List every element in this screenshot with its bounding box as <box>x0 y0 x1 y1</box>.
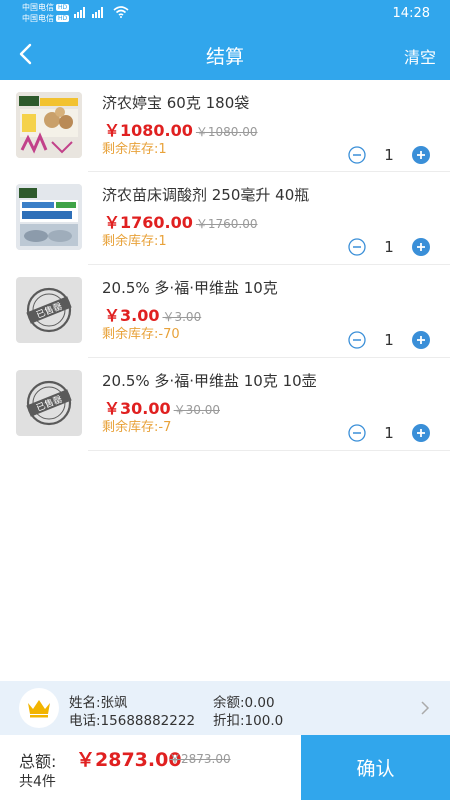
product-name: 20.5% 多·福·甲维盐 10克 <box>102 279 278 297</box>
minus-icon[interactable] <box>348 146 366 164</box>
signal-icon <box>74 7 85 18</box>
cart-item[interactable]: 已售罄 20.5% 多·福·甲维盐 10克 10壶 ￥30.00 ￥30.00 … <box>0 358 450 451</box>
member-balance: 余额:0.00 <box>213 695 275 711</box>
cart-item[interactable]: 济农婷宝 60克 180袋 ￥1080.00 ￥1080.00 剩余库存:1 1 <box>0 80 450 172</box>
product-image <box>16 92 82 158</box>
carrier-2: 中国电信 HD <box>22 14 70 24</box>
original-price: ￥1760.00 <box>195 217 258 231</box>
avatar <box>19 688 59 728</box>
original-price: ￥1080.00 <box>195 125 258 139</box>
minus-icon[interactable] <box>348 424 366 442</box>
member-name: 姓名:张飒 <box>69 695 128 711</box>
nav-bar: 结算 清空 <box>0 28 450 80</box>
product-placeholder-image: 已售罄 <box>16 277 82 343</box>
divider <box>88 450 450 451</box>
hd-badge: HD <box>56 4 70 11</box>
total-label: 总额: <box>19 752 57 771</box>
wifi-icon <box>113 6 129 18</box>
cart-list: 济农婷宝 60克 180袋 ￥1080.00 ￥1080.00 剩余库存:1 1 <box>0 80 450 451</box>
quantity-stepper: 1 <box>348 238 430 256</box>
minus-icon[interactable] <box>348 238 366 256</box>
sold-out-stamp-icon: 已售罄 <box>26 287 72 333</box>
quantity-stepper: 1 <box>348 146 430 164</box>
product-placeholder-image: 已售罄 <box>16 370 82 436</box>
plus-icon[interactable] <box>412 331 430 349</box>
stock-label: 剩余库存:1 <box>102 142 167 157</box>
quantity-stepper: 1 <box>348 424 430 442</box>
product-name: 济农婷宝 60克 180袋 <box>102 94 250 112</box>
confirm-button[interactable]: 确认 <box>301 735 450 800</box>
quantity-stepper: 1 <box>348 331 430 349</box>
member-discount: 折扣:100.0 <box>213 713 284 729</box>
svg-text:已售罄: 已售罄 <box>34 393 64 414</box>
plus-icon[interactable] <box>412 238 430 256</box>
plus-icon[interactable] <box>412 146 430 164</box>
checkout-bar: 总额: ￥2873.00 ￥2873.00 共4件 确认 <box>0 735 450 800</box>
quantity-value: 1 <box>384 238 394 256</box>
quantity-value: 1 <box>384 146 394 164</box>
original-price: ￥30.00 <box>173 403 220 417</box>
clear-button[interactable]: 清空 <box>404 44 436 68</box>
chevron-right-icon <box>421 701 430 715</box>
product-image <box>16 184 82 250</box>
crown-icon <box>28 700 50 718</box>
quantity-value: 1 <box>384 331 394 349</box>
product-name: 20.5% 多·福·甲维盐 10克 10壶 <box>102 372 317 390</box>
status-bar: 中国电信 HD 中国电信 HD 14:28 <box>0 0 450 28</box>
stock-label: 剩余库存:1 <box>102 234 167 249</box>
clock: 14:28 <box>392 6 430 21</box>
sold-out-stamp-icon: 已售罄 <box>26 380 72 426</box>
product-name: 济农苗床调酸剂 250毫升 40瓶 <box>102 186 310 204</box>
total-original-price: ￥2873.00 <box>169 752 231 766</box>
quantity-value: 1 <box>384 424 394 442</box>
hd-badge: HD <box>56 15 70 22</box>
minus-icon[interactable] <box>348 331 366 349</box>
plus-icon[interactable] <box>412 424 430 442</box>
stock-label: 剩余库存:-7 <box>102 420 172 435</box>
member-info[interactable]: 姓名:张飒 电话:15688882222 余额:0.00 折扣:100.0 <box>0 681 450 735</box>
total-amount: ￥2873.00 <box>76 749 182 771</box>
member-phone: 电话:15688882222 <box>69 713 196 729</box>
signal-icon <box>92 7 103 18</box>
carrier-1: 中国电信 HD <box>22 3 70 13</box>
page-title: 结算 <box>205 46 244 68</box>
svg-text:已售罄: 已售罄 <box>34 300 64 321</box>
item-count: 共4件 <box>19 774 56 790</box>
cart-item[interactable]: 已售罄 20.5% 多·福·甲维盐 10克 ￥3.00 ￥3.00 剩余库存:-… <box>0 265 450 358</box>
carrier-2-label: 中国电信 <box>22 14 54 23</box>
carrier-1-label: 中国电信 <box>22 3 54 12</box>
stock-label: 剩余库存:-70 <box>102 327 180 342</box>
cart-item[interactable]: 济农苗床调酸剂 250毫升 40瓶 ￥1760.00 ￥1760.00 剩余库存… <box>0 172 450 265</box>
